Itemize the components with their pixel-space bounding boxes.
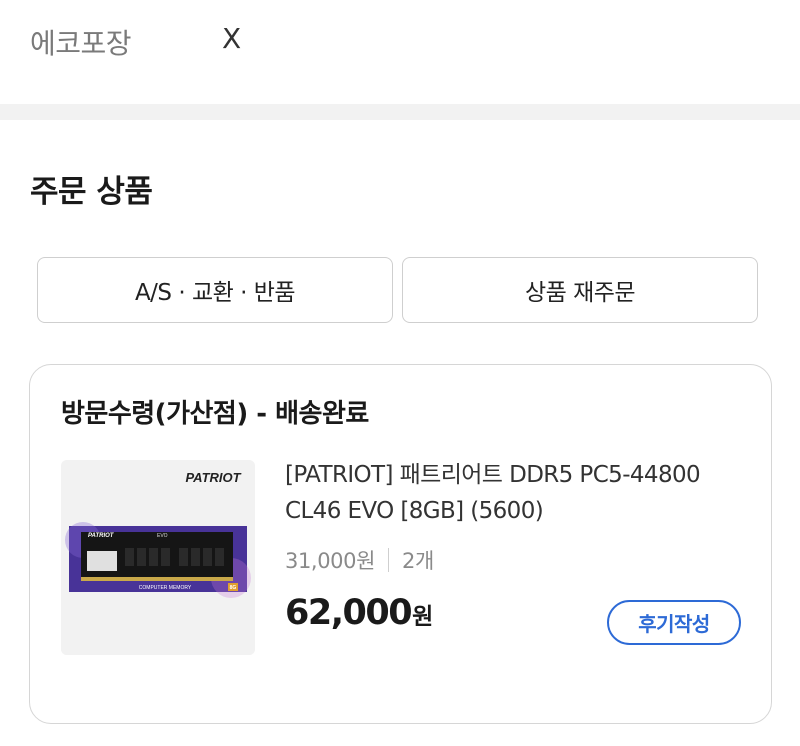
unit-price: 31,000원 — [285, 549, 375, 573]
price-quantity-row: 31,000원 2개 — [285, 545, 434, 575]
separator — [388, 548, 389, 572]
total-price: 62,000 원 — [285, 593, 433, 633]
total-currency: 원 — [412, 604, 434, 630]
brand-logo: PATRIOT — [185, 470, 241, 485]
module-series-label: EVO — [157, 533, 168, 539]
eco-packaging-label: 에코포장 — [30, 27, 132, 60]
order-card: 방문수령(가산점) - 배송완료 PATRIOT PATRIOT EVO COM… — [29, 364, 772, 724]
quantity: 2개 — [402, 549, 434, 573]
product-name-line2: CL46 EVO [8GB] (5600) — [285, 498, 544, 524]
section-divider — [0, 104, 800, 120]
section-title: 주문 상품 — [30, 174, 153, 210]
module-brand-label: PATRIOT — [88, 533, 115, 539]
total-amount: 62,000 — [285, 593, 413, 633]
memory-caption: COMPUTER MEMORY — [139, 585, 192, 591]
product-name-line1: [PATRIOT] 패트리어트 DDR5 PC5-44800 — [285, 462, 701, 488]
reorder-button[interactable]: 상품 재주문 — [402, 257, 758, 323]
order-status: 방문수령(가산점) - 배송완료 — [61, 399, 369, 429]
capacity-label: 8G — [230, 585, 237, 591]
product-name[interactable]: [PATRIOT] 패트리어트 DDR5 PC5-44800 CL46 EVO … — [285, 457, 735, 529]
write-review-button[interactable]: 후기작성 — [607, 600, 741, 645]
as-exchange-return-button[interactable]: A/S · 교환 · 반품 — [37, 257, 393, 323]
product-image[interactable]: PATRIOT PATRIOT EVO COMPUTER MEMORY 8G — [61, 460, 255, 655]
eco-packaging-row: 에코포장 X — [0, 0, 800, 104]
eco-packaging-value: X — [222, 22, 242, 55]
